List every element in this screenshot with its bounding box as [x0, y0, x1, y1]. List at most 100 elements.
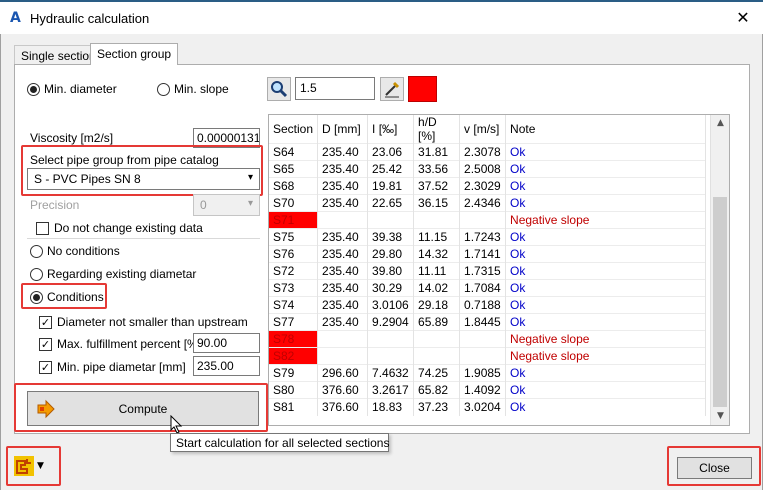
header-velocity[interactable]: v [m/s]	[459, 115, 507, 144]
scroll-up-icon[interactable]: ▲	[711, 115, 730, 132]
pick-color-button[interactable]	[380, 77, 404, 101]
cell-fill: 29.18	[413, 296, 461, 314]
scroll-down-icon[interactable]: ▼	[711, 408, 730, 425]
cell-slope: 39.38	[367, 228, 415, 246]
zoom-input[interactable]: 1.5	[295, 77, 375, 100]
table-row[interactable]: S82 Negative slope	[269, 347, 707, 365]
highlight-close	[667, 446, 761, 486]
cell-fill: 65.89	[413, 313, 461, 331]
cell-slope: 9.2904	[367, 313, 415, 331]
cell-velocity: 2.3078	[459, 143, 507, 161]
cell-velocity: 1.7243	[459, 228, 507, 246]
cell-section: S78	[269, 330, 319, 348]
cell-fill: 14.02	[413, 279, 461, 297]
cell-fill	[413, 347, 461, 365]
table-row[interactable]: S75 235.40 39.38 11.15 1.7243 Ok	[269, 228, 707, 246]
table-row[interactable]: S76 235.40 29.80 14.32 1.7141 Ok	[269, 245, 707, 263]
regarding-existing-radio[interactable]: Regarding existing diametar	[30, 267, 196, 281]
color-swatch[interactable]	[408, 76, 437, 102]
cell-diameter: 235.40	[317, 194, 369, 212]
table-row[interactable]: S73 235.40 30.29 14.02 1.7084 Ok	[269, 279, 707, 297]
cell-slope: 3.0106	[367, 296, 415, 314]
max-fill-input[interactable]: 90.00	[193, 333, 260, 353]
min-slope-radio[interactable]: Min. slope	[157, 82, 229, 96]
cell-velocity: 0.7188	[459, 296, 507, 314]
diameter-not-smaller-checkbox[interactable]: ✓ Diameter not smaller than upstream	[39, 315, 248, 329]
no-conditions-radio[interactable]: No conditions	[30, 244, 120, 258]
table-row[interactable]: S70 235.40 22.65 36.15 2.4346 Ok	[269, 194, 707, 212]
cell-fill	[413, 211, 461, 229]
table-row[interactable]: S74 235.40 3.0106 29.18 0.7188 Ok	[269, 296, 707, 314]
table-row[interactable]: S65 235.40 25.42 33.56 2.5008 Ok	[269, 160, 707, 178]
cell-note: Ok	[505, 364, 707, 382]
precision-label: Precision	[30, 198, 80, 212]
precision-select: 0 ▾	[193, 194, 260, 216]
cell-section: S68	[269, 177, 319, 195]
table-row[interactable]: S71 Negative slope	[269, 211, 707, 229]
cell-diameter: 235.40	[317, 160, 369, 178]
no-conditions-label: No conditions	[47, 244, 120, 258]
cell-section: S76	[269, 245, 319, 263]
cell-section: S75	[269, 228, 319, 246]
zoom-button[interactable]	[267, 77, 291, 101]
cell-velocity: 1.8445	[459, 313, 507, 331]
cell-note: Ok	[505, 160, 707, 178]
cell-velocity: 2.3029	[459, 177, 507, 195]
min-diam-label: Min. pipe diametar [mm]	[57, 360, 186, 374]
max-fill-checkbox[interactable]: ✓ Max. fulfillment percent [%]	[39, 337, 201, 351]
diameter-not-smaller-label: Diameter not smaller than upstream	[57, 315, 248, 329]
cell-section: S80	[269, 381, 319, 399]
cell-note: Negative slope	[505, 330, 707, 348]
cell-velocity	[459, 330, 507, 348]
checkbox-box	[36, 221, 49, 235]
min-diam-checkbox[interactable]: ✓ Min. pipe diametar [mm]	[39, 360, 186, 374]
cell-diameter: 235.40	[317, 262, 369, 280]
table-row[interactable]: S64 235.40 23.06 31.81 2.3078 Ok	[269, 143, 707, 161]
cell-section: S71	[269, 211, 319, 229]
min-diameter-radio[interactable]: Min. diameter	[27, 82, 117, 96]
table-row[interactable]: S80 376.60 3.2617 65.82 1.4092 Ok	[269, 381, 707, 399]
table-row[interactable]: S78 Negative slope	[269, 330, 707, 348]
radio-dot	[157, 82, 170, 96]
app-logo-icon: A	[10, 10, 21, 26]
table-row[interactable]: S77 235.40 9.2904 65.89 1.8445 Ok	[269, 313, 707, 331]
header-section[interactable]: Section	[269, 115, 319, 144]
pick-color-icon	[385, 81, 400, 98]
checkbox-box: ✓	[39, 315, 52, 329]
checkbox-box: ✓	[39, 337, 52, 351]
viscosity-label: Viscosity [m2/s]	[30, 131, 114, 145]
cell-section: S82	[269, 347, 319, 365]
cell-section: S74	[269, 296, 319, 314]
cell-slope: 3.2617	[367, 381, 415, 399]
radio-dot	[30, 244, 43, 258]
max-fill-label: Max. fulfillment percent [%]	[57, 337, 202, 351]
highlight-compute	[14, 383, 268, 432]
min-diam-input[interactable]: 235.00	[193, 356, 260, 376]
table-row[interactable]: S79 296.60 7.4632 74.25 1.9085 Ok	[269, 364, 707, 382]
table-row[interactable]: S81 376.60 18.83 37.23 3.0204 Ok	[269, 398, 707, 416]
cell-note: Ok	[505, 398, 707, 416]
tab-section-group[interactable]: Section group	[90, 43, 179, 65]
close-window-icon[interactable]: ✕	[733, 8, 753, 28]
table-row[interactable]: S72 235.40 39.80 11.11 1.7315 Ok	[269, 262, 707, 280]
cell-diameter: 235.40	[317, 143, 369, 161]
cell-fill: 33.56	[413, 160, 461, 178]
cell-diameter	[317, 211, 369, 229]
cell-note: Ok	[505, 279, 707, 297]
cell-note: Negative slope	[505, 211, 707, 229]
do-not-change-checkbox[interactable]: Do not change existing data	[36, 221, 203, 235]
cell-fill	[413, 330, 461, 348]
header-note[interactable]: Note	[505, 115, 707, 144]
cell-slope: 30.29	[367, 279, 415, 297]
header-slope[interactable]: I [‰]	[367, 115, 415, 144]
scroll-thumb[interactable]	[713, 197, 727, 407]
table-row[interactable]: S68 235.40 19.81 37.52 2.3029 Ok	[269, 177, 707, 195]
header-fill[interactable]: h/D [%]	[413, 115, 461, 144]
cell-velocity: 3.0204	[459, 398, 507, 416]
window-title: Hydraulic calculation	[30, 11, 150, 26]
header-diameter[interactable]: D [mm]	[317, 115, 369, 144]
table-scrollbar[interactable]: ▲ ▼	[710, 115, 729, 425]
cell-diameter: 235.40	[317, 296, 369, 314]
cell-fill: 31.81	[413, 143, 461, 161]
cell-slope: 29.80	[367, 245, 415, 263]
